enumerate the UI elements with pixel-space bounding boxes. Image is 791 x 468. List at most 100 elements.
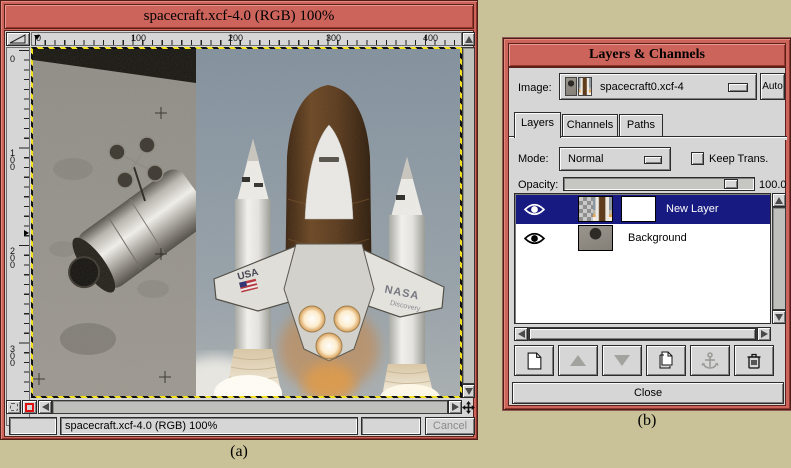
visibility-toggle[interactable] <box>522 199 546 219</box>
statusbar-title-box: spacecraft.xcf-4.0 (RGB) 100% <box>60 417 358 435</box>
keep-trans-checkbox[interactable] <box>691 152 704 165</box>
new-page-icon <box>527 352 542 370</box>
tab-paths[interactable]: Paths <box>619 114 663 137</box>
ruler-label: 400 <box>423 34 438 43</box>
cancel-label: Cancel <box>433 420 467 432</box>
canvas[interactable]: USA NASA Discovery <box>31 47 462 398</box>
list-scroll-down-button[interactable] <box>772 310 786 324</box>
horizontal-scrollbar[interactable] <box>52 400 448 414</box>
list-scroll-left-button[interactable] <box>514 327 528 341</box>
ruler-label: 0 <box>10 56 18 63</box>
eye-icon <box>524 202 545 217</box>
arrow-down-icon <box>775 314 783 321</box>
tab-paths-label: Paths <box>627 119 655 131</box>
arrow-left-icon <box>42 403 49 411</box>
layers-dialog-title: Layers & Channels <box>589 47 705 63</box>
lower-layer-button[interactable] <box>602 345 642 376</box>
cursor-position-box <box>9 417 57 435</box>
vertical-ruler[interactable]: 0 100 200 300 <box>6 47 30 426</box>
layers-dialog: Layers & Channels Image: spacecraft0.xcf… <box>503 38 791 410</box>
image-thumbnail-shuttle <box>578 77 592 96</box>
keep-trans-label: Keep Trans. <box>709 153 768 165</box>
menu-triangle-icon <box>9 34 27 44</box>
scrollbar-thumb[interactable] <box>529 328 756 340</box>
layer-thumbnail[interactable] <box>578 225 613 251</box>
image-window-body: 0 100 200 300 400 0 100 200 300 <box>4 30 474 437</box>
ruler-label: 200 <box>10 248 18 269</box>
arrow-up-icon <box>570 355 586 366</box>
visibility-toggle[interactable] <box>522 228 546 248</box>
vertical-scrollbar[interactable] <box>462 47 475 384</box>
transparency-checker <box>579 197 593 221</box>
image-window: spacecraft.xcf-4.0 (RGB) 100% 0 100 200 … <box>0 0 478 440</box>
layer-name: New Layer <box>666 203 719 215</box>
image-window-titlebar[interactable]: spacecraft.xcf-4.0 (RGB) 100% <box>4 4 474 29</box>
layers-list: New Layer Background <box>514 193 771 324</box>
vertical-scroll-up-button[interactable] <box>462 32 475 46</box>
ruler-label: 300 <box>326 34 341 43</box>
dashed-selection-icon <box>10 403 18 411</box>
raise-layer-button[interactable] <box>558 345 598 376</box>
mode-dropdown[interactable]: Normal <box>559 147 671 171</box>
image-label: Image: <box>518 82 552 94</box>
layer-row-background[interactable]: Background <box>516 224 771 253</box>
layer-name: Background <box>628 232 687 244</box>
auto-button[interactable]: Auto <box>760 73 785 100</box>
option-menu-indicator-icon <box>728 83 748 92</box>
close-button[interactable]: Close <box>512 382 784 404</box>
red-square-icon <box>25 403 34 412</box>
layers-dialog-titlebar[interactable]: Layers & Channels <box>508 43 786 67</box>
duplicate-pages-icon <box>658 351 675 370</box>
eye-icon <box>524 231 545 246</box>
opacity-label: Opacity: <box>518 179 558 191</box>
apollo-moon-photo <box>33 49 196 396</box>
anchor-icon <box>701 352 719 370</box>
thumbnail-shuttle <box>593 197 612 221</box>
opacity-slider-handle[interactable] <box>724 179 738 189</box>
list-scroll-up-button[interactable] <box>772 193 786 207</box>
arrow-left-icon <box>518 330 525 338</box>
image-thumbnail-moon <box>565 77 577 96</box>
auto-label: Auto <box>762 81 783 92</box>
list-horizontal-scrollbar[interactable] <box>528 327 757 341</box>
tab-channels[interactable]: Channels <box>562 114 618 137</box>
close-label: Close <box>634 387 662 399</box>
option-menu-indicator-icon <box>644 156 662 164</box>
layers-dialog-body: Image: spacecraft0.xcf-4 Auto Layers Cha… <box>508 67 786 406</box>
layer-mask-thumbnail[interactable] <box>621 196 656 222</box>
tab-layers-label: Layers <box>521 117 554 129</box>
mode-label: Mode: <box>518 153 549 165</box>
vertical-scroll-down-button[interactable] <box>462 384 475 398</box>
tab-layers[interactable]: Layers <box>514 112 561 138</box>
delete-layer-button[interactable] <box>734 345 774 376</box>
image-window-title: spacecraft.xcf-4.0 (RGB) 100% <box>144 8 335 25</box>
new-layer-button[interactable] <box>514 345 554 376</box>
quickmask-on-button[interactable] <box>22 400 37 414</box>
image-menu-button[interactable] <box>6 32 30 46</box>
mode-value: Normal <box>568 153 603 165</box>
arrow-up-icon <box>465 36 473 43</box>
trash-icon <box>746 352 762 370</box>
tab-channels-label: Channels <box>567 119 613 131</box>
arrow-down-icon <box>465 388 473 395</box>
horizontal-ruler[interactable]: 0 100 200 300 400 <box>31 32 462 46</box>
list-vertical-scrollbar[interactable] <box>772 207 786 310</box>
ruler-label: 100 <box>10 150 18 171</box>
layer-thumbnail[interactable] <box>578 196 613 222</box>
horizontal-scroll-right-button[interactable] <box>448 400 462 414</box>
list-scroll-right-button[interactable] <box>757 327 771 341</box>
arrow-right-icon <box>761 330 768 338</box>
anchor-layer-button[interactable] <box>690 345 730 376</box>
horizontal-scroll-left-button[interactable] <box>38 400 52 414</box>
caption-b: (b) <box>503 412 791 430</box>
quickmask-off-button[interactable] <box>6 400 21 414</box>
navigation-preview-button[interactable] <box>462 400 475 414</box>
cancel-button[interactable]: Cancel <box>425 417 475 435</box>
shuttle-launch-photo: USA NASA Discovery <box>196 49 460 396</box>
image-select-dropdown[interactable]: spacecraft0.xcf-4 <box>559 73 757 100</box>
opacity-value: 100.0 <box>759 179 787 191</box>
opacity-slider[interactable] <box>563 177 755 191</box>
layer-row-new-layer[interactable]: New Layer <box>516 195 771 224</box>
duplicate-layer-button[interactable] <box>646 345 686 376</box>
statusbar-text: spacecraft.xcf-4.0 (RGB) 100% <box>65 420 217 432</box>
